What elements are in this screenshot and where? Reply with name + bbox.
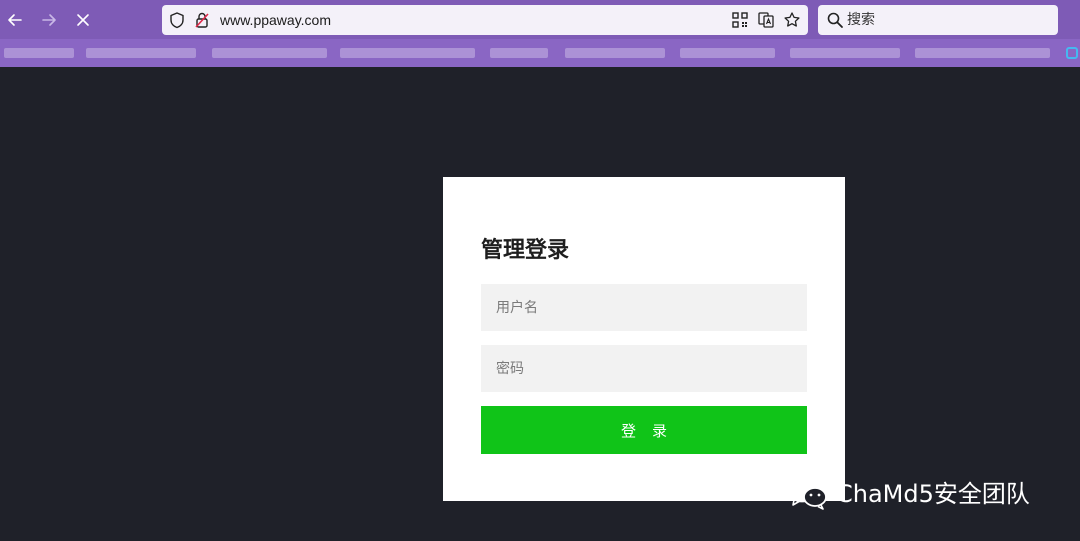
back-button[interactable]	[2, 7, 28, 33]
stop-loading-button[interactable]	[70, 7, 96, 33]
bookmark-item-obscured[interactable]	[490, 48, 548, 58]
bookmark-item-obscured[interactable]	[4, 48, 74, 58]
login-card: 管理登录 登录	[443, 177, 845, 501]
url-text[interactable]: www.ppaway.com	[220, 11, 331, 29]
arrow-left-icon	[8, 14, 22, 26]
close-icon	[77, 14, 89, 26]
bookmark-item-obscured[interactable]	[212, 48, 327, 58]
browser-toolbar: www.ppaway.com 搜索	[0, 0, 1080, 39]
bookmark-item-obscured[interactable]	[680, 48, 775, 58]
login-title: 管理登录	[481, 238, 570, 263]
search-bar[interactable]: 搜索	[818, 5, 1058, 35]
password-input[interactable]	[481, 345, 807, 392]
bookmark-item-obscured[interactable]	[86, 48, 196, 58]
watermark: ChaMd5安全团队	[786, 477, 1030, 511]
qr-code-icon[interactable]	[731, 11, 749, 29]
bookmark-folder-icon[interactable]	[1066, 47, 1078, 59]
username-input[interactable]	[481, 284, 807, 331]
watermark-text: ChaMd5安全团队	[836, 480, 1030, 508]
bookmark-item-obscured[interactable]	[790, 48, 900, 58]
search-placeholder: 搜索	[847, 12, 875, 28]
arrow-right-icon	[42, 14, 56, 26]
search-icon	[827, 12, 843, 28]
wechat-icon	[788, 479, 827, 510]
insecure-lock-icon[interactable]	[193, 11, 211, 29]
forward-button[interactable]	[36, 7, 62, 33]
translate-icon[interactable]	[757, 11, 775, 29]
bookmark-item-obscured[interactable]	[915, 48, 1050, 58]
url-bar[interactable]: www.ppaway.com	[162, 5, 808, 35]
bookmark-item-obscured[interactable]	[565, 48, 665, 58]
shield-icon[interactable]	[168, 11, 186, 29]
login-button[interactable]: 登录	[481, 406, 807, 454]
star-icon[interactable]	[783, 11, 801, 29]
bookmarks-bar	[0, 39, 1080, 67]
bookmark-item-obscured[interactable]	[340, 48, 475, 58]
